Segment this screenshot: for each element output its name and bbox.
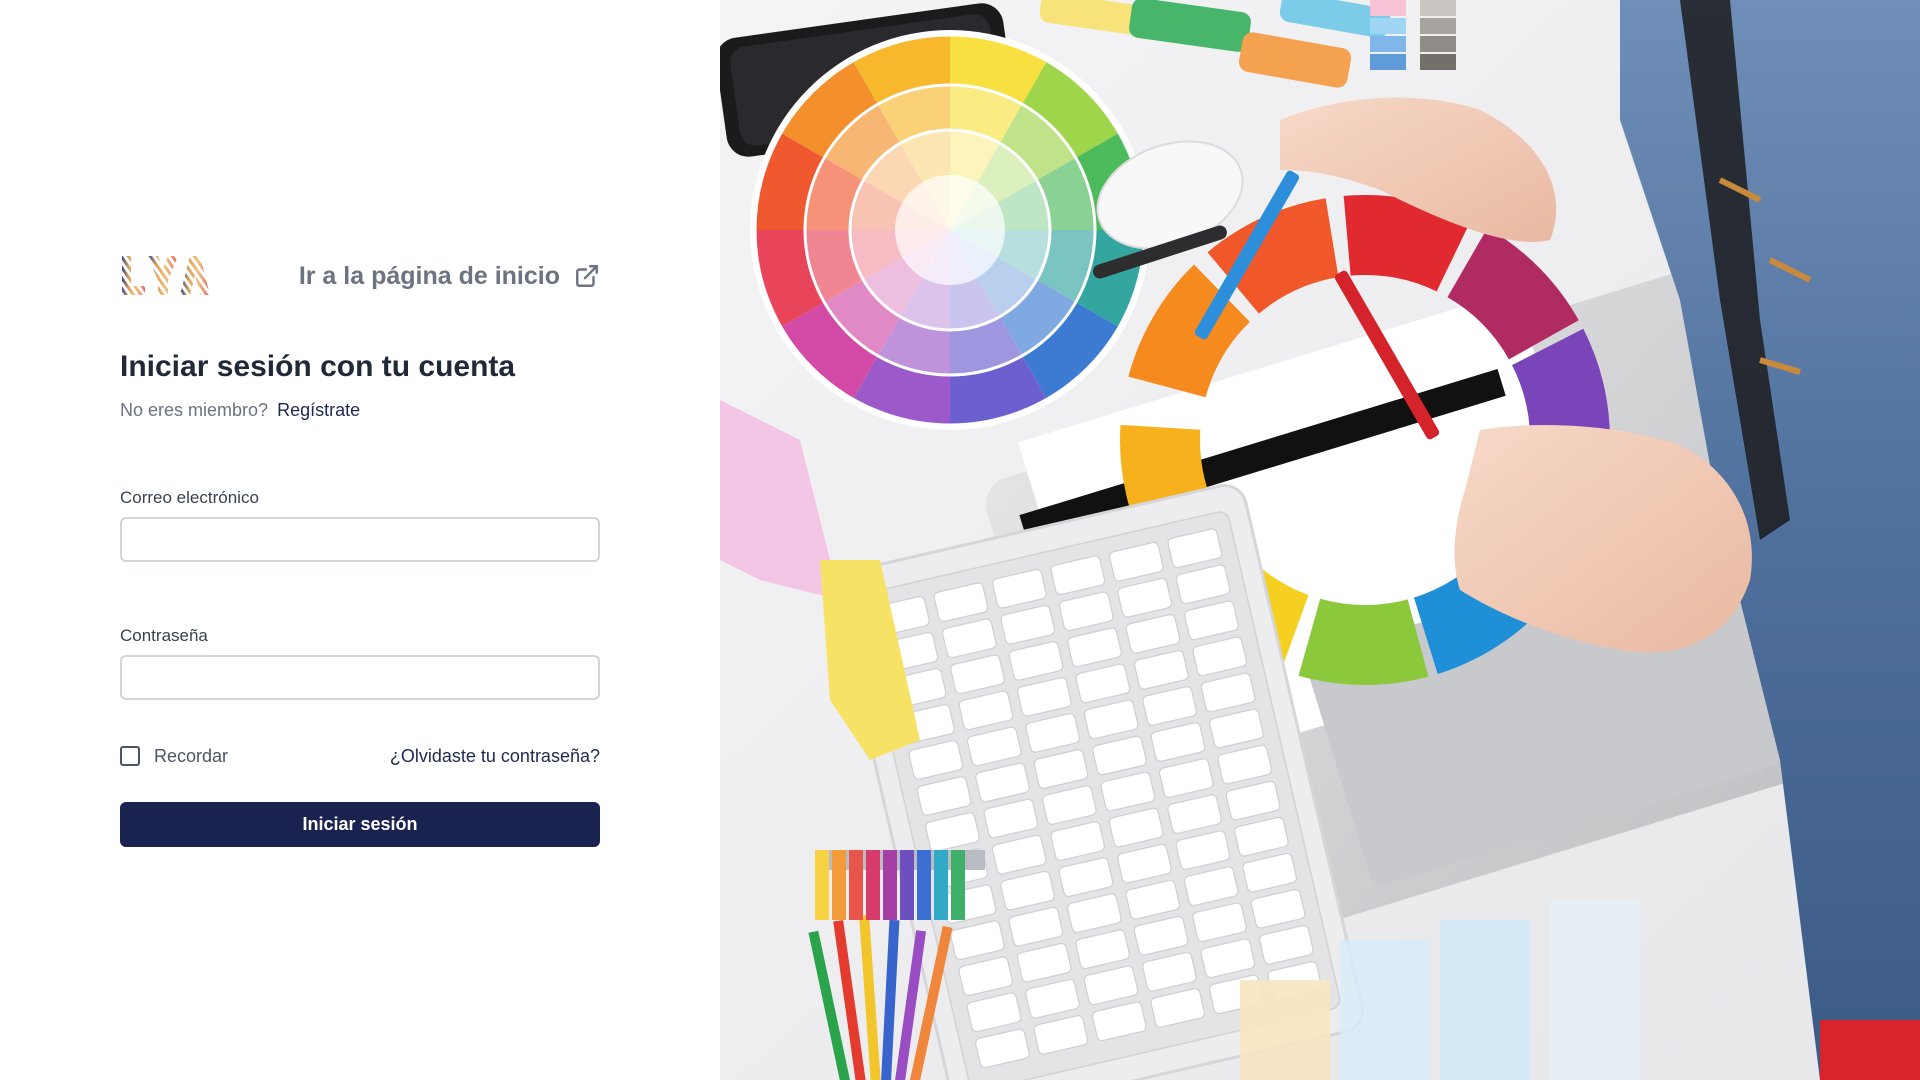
card-header: Ir a la página de inicio [120,250,600,302]
options-row: Recordar ¿Olvidaste tu contraseña? [120,744,600,768]
password-field-group: Contraseña [120,625,600,700]
register-link[interactable]: Regístrate [277,400,360,420]
password-field[interactable] [120,655,600,700]
external-link-icon [576,265,598,287]
login-button[interactable]: Iniciar sesión [120,802,600,847]
remember-label: Recordar [154,745,229,766]
signup-prompt: No eres miembro? Regístrate [120,398,600,422]
page-title: Iniciar sesión con tu cuenta [120,350,516,383]
forgot-password-link[interactable]: ¿Olvidaste tu contraseña? [390,746,600,767]
hero-image [720,0,1920,1080]
email-field[interactable] [120,517,600,562]
lya-logo[interactable] [120,252,210,300]
email-field-group: Correo electrónico [120,487,600,562]
email-label: Correo electrónico [120,488,259,507]
not-member-text: No eres miembro? [120,400,269,420]
home-page-link[interactable]: Ir a la página de inicio [299,262,600,291]
home-link-label: Ir a la página de inicio [298,261,560,290]
remember-checkbox[interactable] [120,746,140,766]
login-card: Ir a la página de inicio Iniciar sesión … [120,250,600,847]
login-panel: Ir a la página de inicio Iniciar sesión … [0,0,720,1080]
remember-me[interactable]: Recordar [120,746,228,767]
designer-desk-photo [720,0,1920,1080]
password-label: Contraseña [120,626,208,645]
